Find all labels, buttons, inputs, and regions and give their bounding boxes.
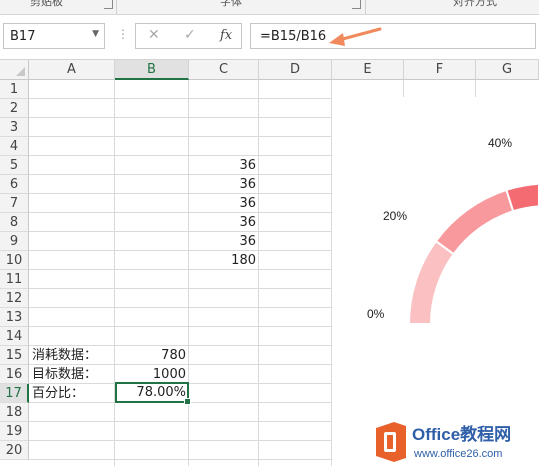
cell-c8[interactable]: 36 xyxy=(189,213,259,232)
cell-c10[interactable]: 180 xyxy=(189,251,259,270)
cell-a17[interactable]: 百分比： xyxy=(29,384,115,403)
formula-input[interactable]: =B15/B16 xyxy=(250,23,536,49)
row-header[interactable]: 2 xyxy=(0,99,29,118)
select-all-corner[interactable] xyxy=(0,60,29,80)
annotation-arrow-icon xyxy=(329,27,382,46)
row-header[interactable]: 15 xyxy=(0,346,29,365)
row-header[interactable]: 14 xyxy=(0,327,29,346)
watermark-logo: Office教程网 www.office26.com xyxy=(372,418,539,466)
formula-text: =B15/B16 xyxy=(260,29,327,44)
close-icon[interactable]: ✕ xyxy=(148,27,160,43)
drag-handle-icon[interactable]: ⋮ xyxy=(117,27,129,41)
cell-c7[interactable]: 36 xyxy=(189,194,259,213)
active-cell-b17[interactable]: 78.00% xyxy=(115,382,191,405)
row-header[interactable]: 5 xyxy=(0,156,29,175)
row-header[interactable]: 16 xyxy=(0,365,29,384)
column-header-g[interactable]: G xyxy=(476,60,539,80)
cell-c9[interactable]: 36 xyxy=(189,232,259,251)
watermark-url: www.office26.com xyxy=(413,448,502,460)
ribbon-group-font[interactable]: 字体 xyxy=(220,0,242,9)
cell-c6[interactable]: 36 xyxy=(189,175,259,194)
name-box-value: B17 xyxy=(10,29,36,44)
gauge-segment-2 xyxy=(505,182,539,213)
dialog-launcher-icon[interactable] xyxy=(352,0,361,9)
row-header[interactable]: 12 xyxy=(0,289,29,308)
gauge-segment-1 xyxy=(434,188,515,256)
row-header[interactable]: 20 xyxy=(0,441,29,460)
ribbon-divider xyxy=(116,0,117,14)
cell-b17: 78.00% xyxy=(136,385,186,400)
cell-a16[interactable]: 目标数据： xyxy=(29,365,115,384)
row-header[interactable]: 13 xyxy=(0,308,29,327)
row-header[interactable]: 18 xyxy=(0,403,29,422)
cell-a15[interactable]: 消耗数据： xyxy=(29,346,115,365)
ribbon-group-clipboard[interactable]: 剪贴板 xyxy=(30,0,63,9)
gauge-segment-0 xyxy=(407,239,456,325)
row-header[interactable]: 4 xyxy=(0,137,29,156)
gauge-chart-svg: 0% 20% 40% xyxy=(367,136,539,325)
office-logo-icon: Office教程网 www.office26.com xyxy=(376,422,511,462)
gauge-label-0: 0% xyxy=(367,307,385,321)
insert-function-icon[interactable]: fx xyxy=(220,28,232,43)
formula-buttons: ✕ ✓ fx xyxy=(135,23,242,49)
dialog-launcher-icon[interactable] xyxy=(104,0,113,9)
column-header-b[interactable]: B xyxy=(115,60,189,80)
fill-handle[interactable] xyxy=(184,398,191,405)
row-header[interactable]: 17 xyxy=(0,384,29,403)
gauge-chart[interactable]: 0% 20% 40% xyxy=(332,97,539,466)
row-header[interactable]: 6 xyxy=(0,175,29,194)
row-header[interactable]: 8 xyxy=(0,213,29,232)
ribbon-group-alignment[interactable]: 对齐方式 xyxy=(453,0,497,9)
name-box[interactable]: B17 ▼ xyxy=(3,23,105,49)
gauge-label-20: 20% xyxy=(383,209,407,223)
column-header-c[interactable]: C xyxy=(189,60,259,80)
chevron-down-icon[interactable]: ▼ xyxy=(92,29,99,39)
column-header-d[interactable]: D xyxy=(259,60,332,80)
row-header[interactable]: 7 xyxy=(0,194,29,213)
row-header[interactable]: 10 xyxy=(0,251,29,270)
check-icon[interactable]: ✓ xyxy=(184,27,196,43)
column-header-e[interactable]: E xyxy=(332,60,404,80)
row-header[interactable]: 11 xyxy=(0,270,29,289)
gauge-label-40: 40% xyxy=(488,136,512,150)
cell-b15[interactable]: 780 xyxy=(115,346,189,365)
row-header[interactable]: 19 xyxy=(0,422,29,441)
formula-bar: B17 ▼ ⋮ ✕ ✓ fx =B15/B16 xyxy=(0,15,539,60)
column-header-f[interactable]: F xyxy=(404,60,476,80)
watermark-brand: Office教程网 xyxy=(412,424,511,444)
ribbon-divider xyxy=(365,0,366,14)
column-header-a[interactable]: A xyxy=(29,60,115,80)
ribbon-strip: 剪贴板 字体 对齐方式 xyxy=(0,0,539,15)
row-header[interactable]: 1 xyxy=(0,80,29,99)
row-header[interactable]: 3 xyxy=(0,118,29,137)
row-header[interactable]: 9 xyxy=(0,232,29,251)
cell-c5[interactable]: 36 xyxy=(189,156,259,175)
